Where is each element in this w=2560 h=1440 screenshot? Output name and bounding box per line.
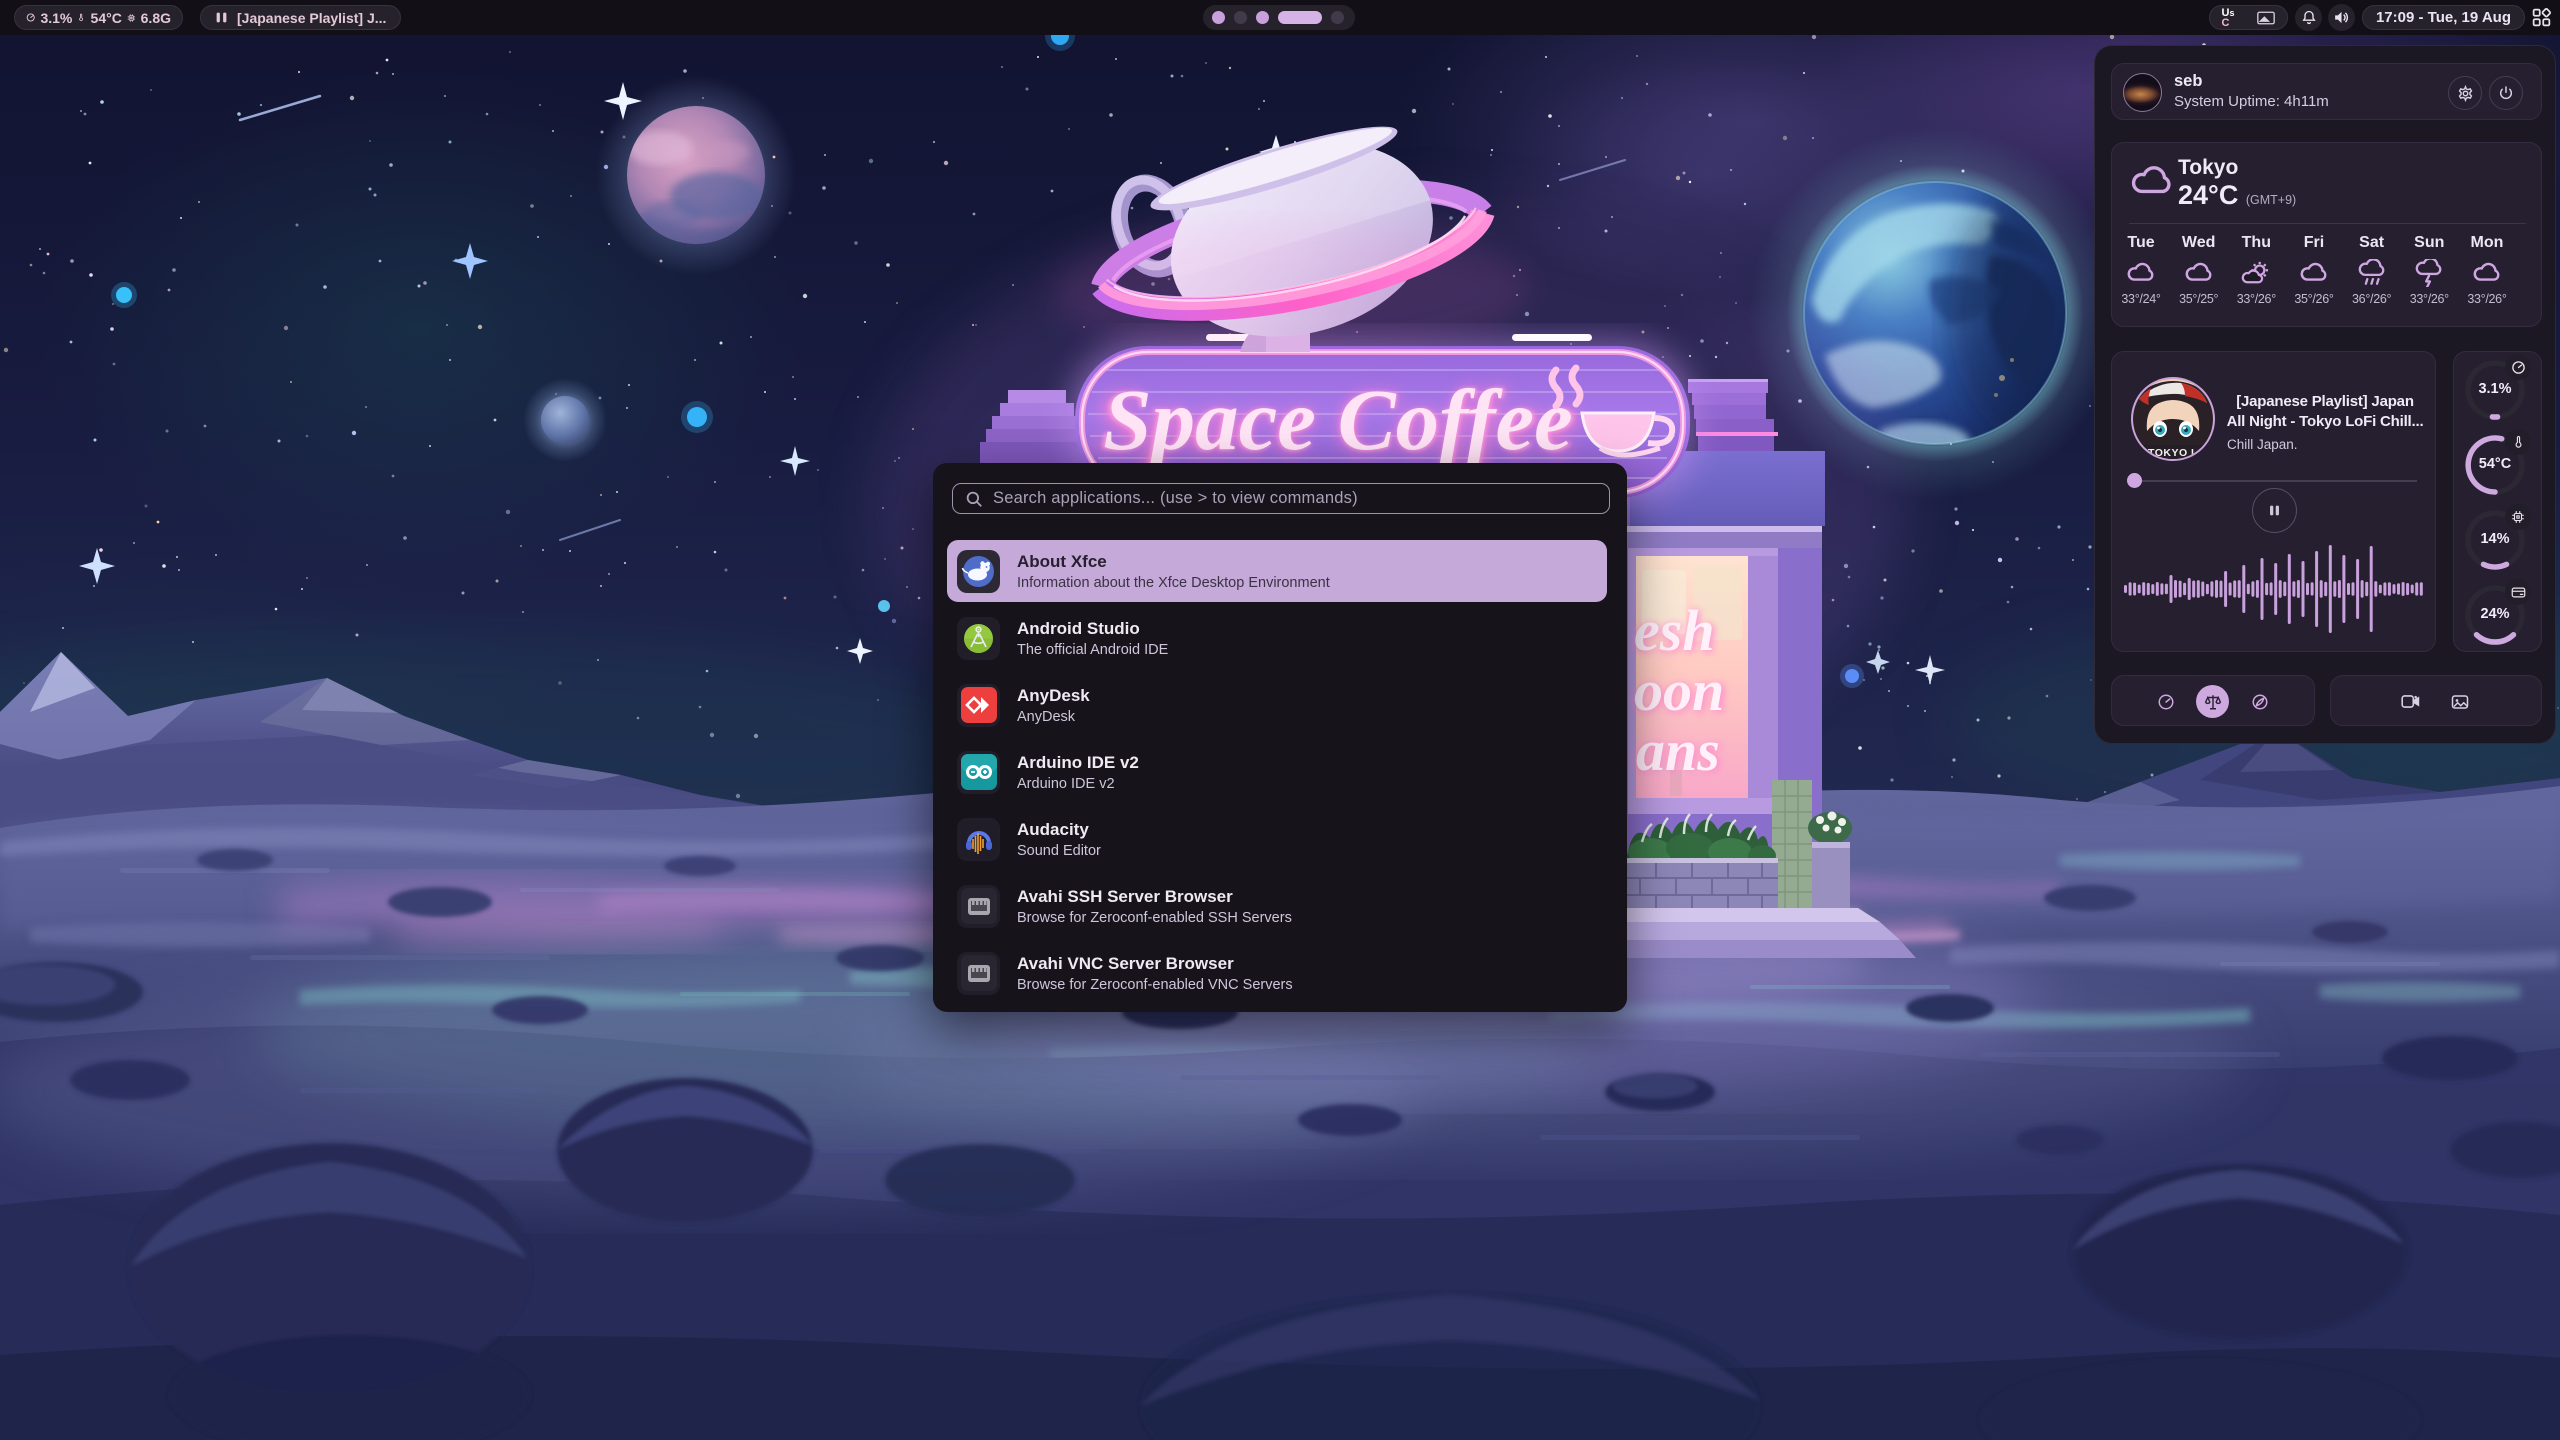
svg-text:Space Coffee: Space Coffee [1103, 371, 1573, 468]
svg-text:oon: oon [1634, 658, 1724, 723]
svg-text:TOKYO L: TOKYO L [2148, 447, 2198, 459]
svg-text:esh: esh [1634, 598, 1715, 663]
svg-text:ans: ans [1636, 718, 1720, 783]
